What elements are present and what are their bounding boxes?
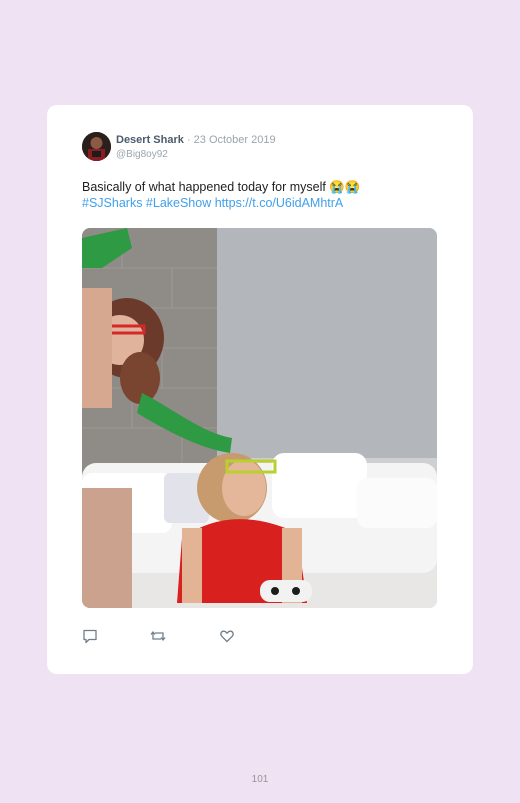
tweet-date: · 23 October 2019	[186, 134, 276, 146]
tweet-text-links: #SJSharks #LakeShow https://t.co/U6idAMh…	[82, 195, 442, 211]
tweet-text: Basically of what happened today for mys…	[82, 179, 442, 211]
like-button[interactable]	[219, 628, 235, 644]
page-number: 101	[251, 774, 269, 785]
hashtags[interactable]: #SJSharks #LakeShow	[82, 196, 211, 210]
retweet-button[interactable]	[150, 628, 166, 644]
display-name[interactable]: Desert Shark	[116, 134, 184, 146]
author-row: Desert Shark · 23 October 2019	[116, 134, 276, 146]
reply-button[interactable]	[82, 628, 98, 644]
tweet-photo[interactable]	[82, 228, 437, 608]
user-handle[interactable]: @Big8oy92	[116, 149, 168, 160]
tweet-text-line: Basically of what happened today for mys…	[82, 180, 361, 194]
avatar[interactable]	[82, 132, 111, 161]
reply-icon	[83, 629, 97, 644]
tweet-card: Desert Shark · 23 October 2019 @Big8oy92…	[47, 105, 473, 674]
tweet-link[interactable]: https://t.co/U6idAMhtrA	[215, 196, 344, 210]
heart-icon	[220, 630, 234, 643]
retweet-icon	[150, 630, 166, 642]
